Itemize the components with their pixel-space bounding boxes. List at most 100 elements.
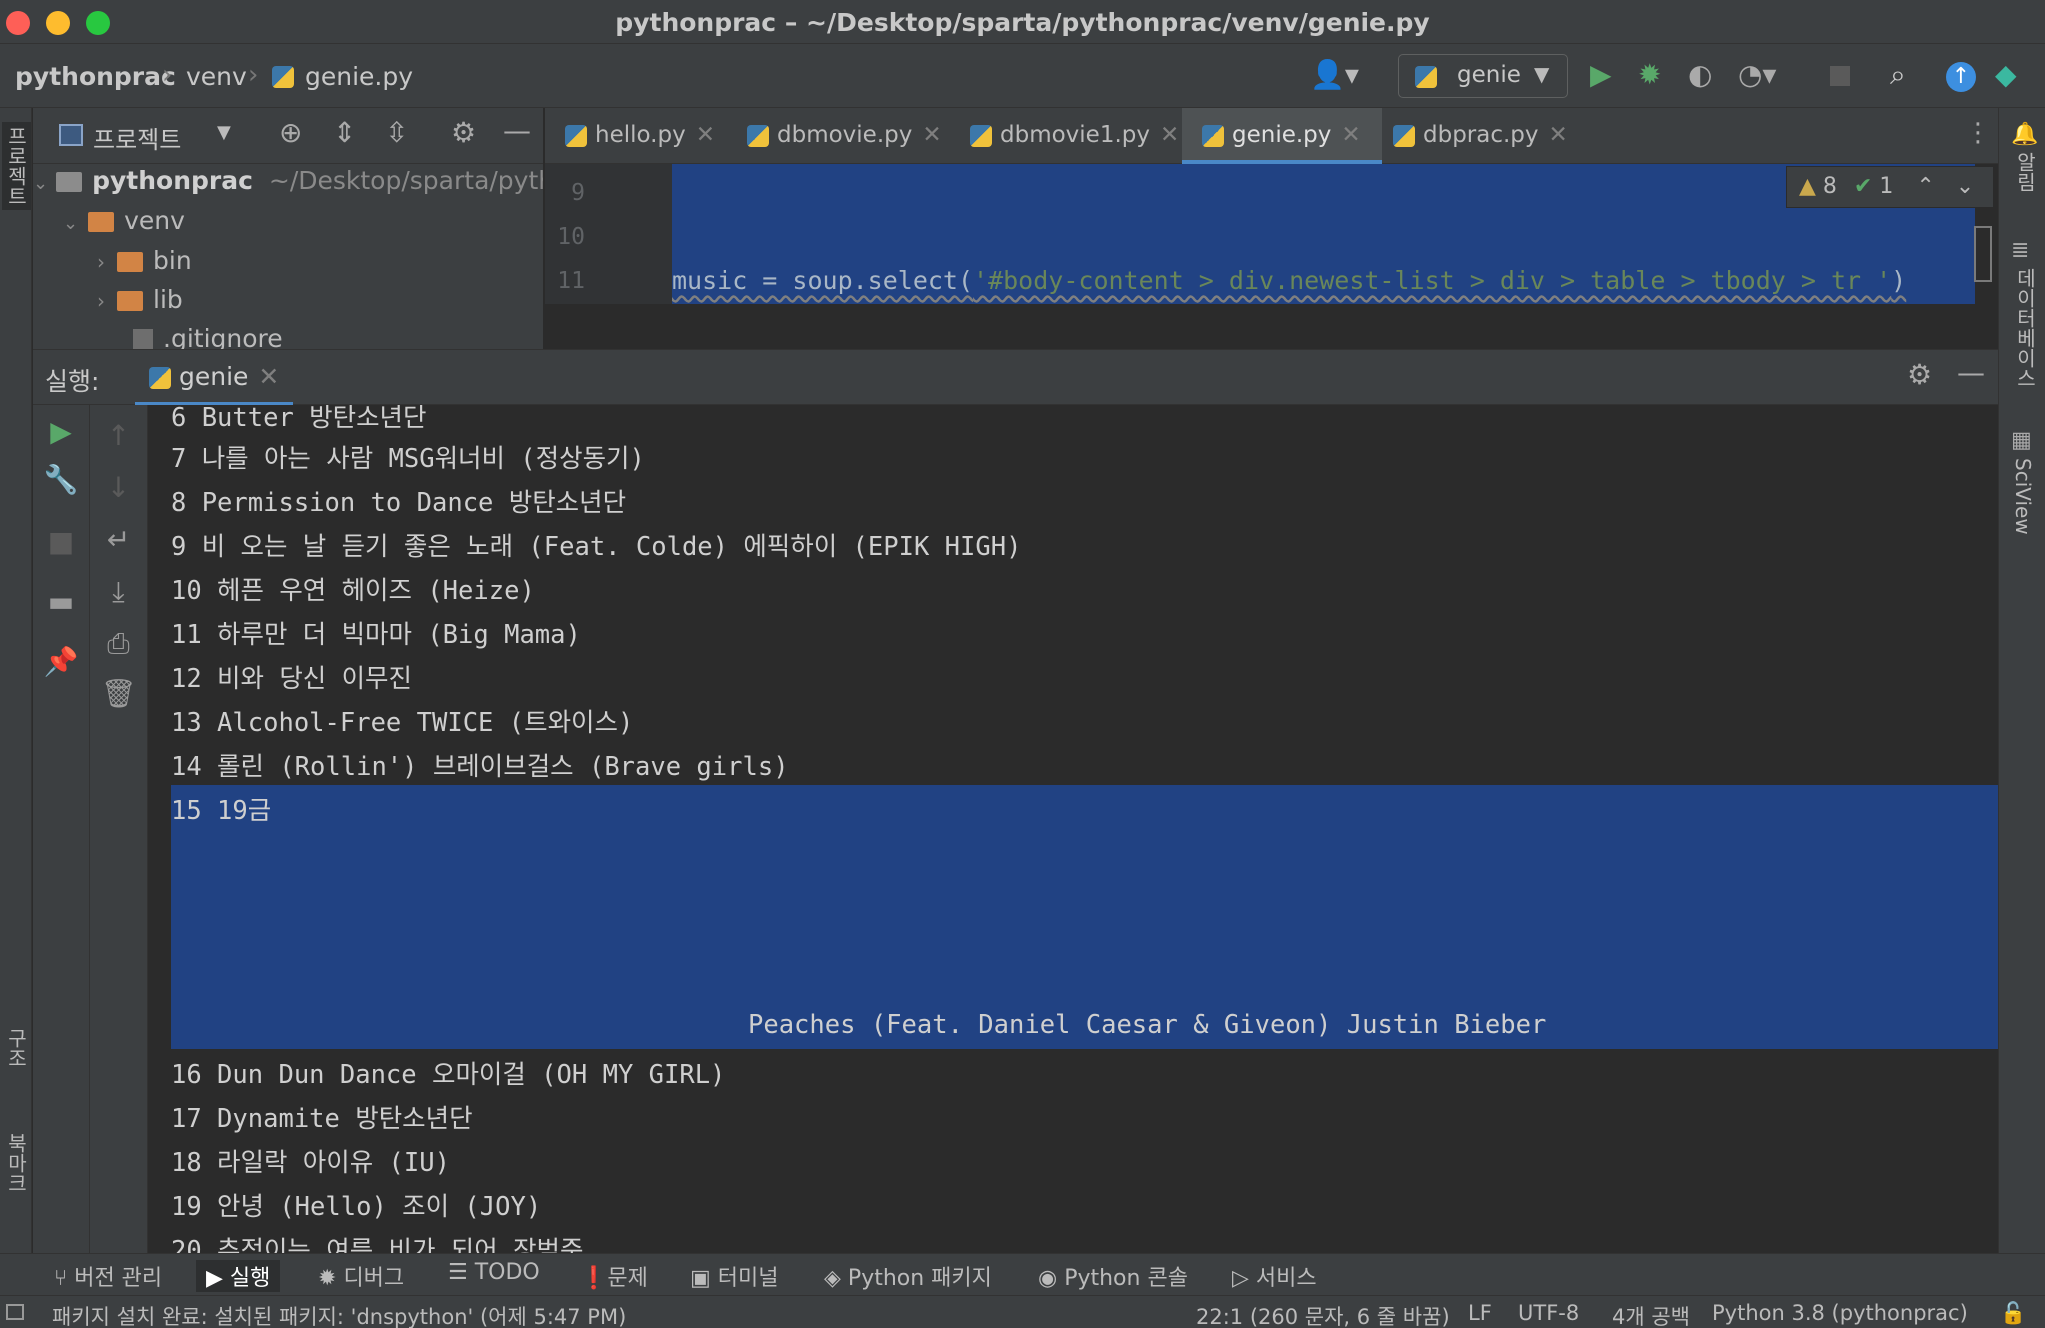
wrench-icon[interactable]: 🔧 [33, 463, 89, 496]
chevron-down-icon[interactable]: ▼ [217, 122, 231, 143]
run-tab-label: genie [179, 362, 249, 391]
search-icon[interactable]: ⌕ [1890, 58, 1906, 92]
scroll-to-end-icon[interactable]: ⤓ [90, 575, 147, 609]
run-tool-button[interactable]: ▶ 실행 [196, 1260, 281, 1292]
debug-icon[interactable]: ✹ [1638, 58, 1661, 91]
close-icon[interactable]: ✕ [1160, 122, 1179, 148]
status-message[interactable]: 패키지 설치 완료: 설치된 패키지: 'dnspython' (어제 5:47… [52, 1301, 626, 1328]
tree-item-gitignore[interactable]: .gitignore [133, 324, 283, 349]
tool-label: 터미널 [717, 1266, 779, 1291]
tree-item-venv[interactable]: ⌄ venv [63, 206, 185, 244]
debug-tool-button[interactable]: ✹ 디버그 [308, 1260, 414, 1292]
tab-label: dbprac.py [1423, 122, 1539, 148]
print-icon[interactable]: ⎙ [90, 627, 147, 661]
arrow-down-icon[interactable]: ↓ [90, 471, 147, 504]
line-number: 9 [571, 180, 585, 206]
coverage-icon[interactable]: ◐ [1688, 58, 1712, 91]
indent-setting[interactable]: 4개 공백 [1612, 1301, 1690, 1328]
database-tool-button[interactable]: 데이터베이스 [2011, 268, 2040, 388]
plugin-icon[interactable]: ◆ [1995, 58, 2017, 91]
breadcrumb-folder[interactable]: venv [186, 62, 247, 91]
stop-icon[interactable] [1830, 66, 1850, 86]
title-bar: pythonprac – ~/Desktop/sparta/pythonprac… [0, 0, 2045, 44]
collapse-all-icon[interactable]: ⇳ [385, 116, 408, 149]
python-console-tool-button[interactable]: ◉ Python 콘솔 [1028, 1260, 1198, 1292]
update-icon[interactable]: ↑ [1946, 62, 1976, 92]
inspection-widget[interactable]: ▲ 8 ✔ 1 ⌃ ⌄ [1786, 166, 1994, 208]
python-interpreter[interactable]: Python 3.8 (pythonprac) [1712, 1301, 1968, 1325]
structure-tool-button[interactable]: 구조 [2, 1028, 31, 1068]
more-tabs-icon[interactable]: ⋮ [1965, 118, 1991, 148]
sciview-tool-button[interactable]: SciView [2011, 458, 2035, 535]
locate-icon[interactable]: ⊕ [279, 116, 302, 149]
tree-item-bin[interactable]: › bin [97, 246, 192, 284]
profile-icon[interactable]: ◔▾ [1738, 58, 1777, 91]
bookmarks-tool-button[interactable]: 북마크 [2, 1133, 31, 1193]
run-tab-genie[interactable]: genie ✕ [135, 350, 294, 406]
tab-dbmovie[interactable]: dbmovie.py ✕ [747, 108, 957, 164]
tab-hello[interactable]: hello.py ✕ [565, 108, 765, 164]
tree-item-root[interactable]: ⌄ pythonprac ~/Desktop/sparta/pythonprac [33, 166, 543, 204]
run-console[interactable]: 6 Butter 방탄소년단 7 나를 아는 사람 MSG워너비 (정상동기) … [148, 405, 1998, 1253]
file-encoding[interactable]: UTF-8 [1518, 1301, 1579, 1325]
console-line: Peaches (Feat. Daniel Caesar & Giveon) J… [748, 1010, 1547, 1040]
project-panel-title[interactable]: 프로젝트 [93, 120, 181, 155]
project-tool-button[interactable]: 프로젝트 [2, 122, 31, 210]
breadcrumb-separator: › [162, 60, 173, 90]
services-tool-button[interactable]: ▷ 서비스 [1222, 1260, 1327, 1292]
console-line: 12 비와 당신 이무진 [171, 664, 412, 694]
editor-scrollbar[interactable] [1974, 226, 1992, 282]
pin-icon[interactable]: 📌 [33, 645, 89, 678]
breadcrumb-project[interactable]: pythonprac [15, 62, 176, 91]
todo-tool-button[interactable]: ☰ TODO [438, 1260, 550, 1292]
packages-tool-button[interactable]: ◈ Python 패키지 [814, 1260, 1002, 1292]
code-line[interactable]: music = soup.select('#body-content > div… [672, 266, 1906, 295]
line-separator[interactable]: LF [1468, 1301, 1492, 1325]
expand-all-icon[interactable]: ⇕ [333, 116, 356, 149]
arrow-up-icon[interactable]: ↑ [90, 419, 147, 452]
problems-tool-button[interactable]: ❗문제 [570, 1260, 658, 1292]
run-icon[interactable]: ▶ [1590, 58, 1612, 91]
tree-item-lib[interactable]: › lib [97, 285, 183, 323]
layout-icon[interactable]: ▬ [33, 585, 89, 618]
folder-icon [88, 212, 115, 232]
close-icon[interactable]: ✕ [922, 122, 941, 148]
close-icon[interactable]: ✕ [696, 122, 715, 148]
run-config-label: genie [1457, 62, 1521, 88]
run-config-select[interactable]: genie ▼ [1398, 54, 1568, 98]
breadcrumb-file[interactable]: genie.py [305, 62, 413, 91]
tool-label: 문제 [607, 1266, 648, 1291]
line-gutter: 9 10 11 [545, 164, 672, 304]
run-panel-header: 실행: genie ✕ ⚙ — [33, 349, 1998, 406]
close-icon[interactable]: ✕ [1341, 122, 1360, 148]
trash-icon[interactable]: 🗑 [90, 677, 147, 710]
stop-icon[interactable]: ■ [33, 525, 89, 558]
navigation-bar: pythonprac › venv › genie.py 👤▾ genie ▼ … [0, 44, 2045, 108]
vcs-tool-button[interactable]: ⑂ 버전 관리 [44, 1260, 172, 1292]
tree-item-label: venv [124, 206, 185, 235]
notifications-tool-button[interactable]: 알림 [2011, 152, 2040, 192]
window-icon[interactable] [6, 1304, 24, 1320]
hide-panel-icon[interactable]: — [503, 114, 531, 147]
tree-item-label: bin [153, 246, 192, 275]
lock-icon[interactable]: 🔓 [2000, 1301, 2026, 1326]
tool-label: 버전 관리 [74, 1266, 163, 1291]
chevron-up-icon[interactable]: ⌃ [1916, 174, 1934, 199]
cursor-position[interactable]: 22:1 (260 문자, 6 줄 바꿈) [1196, 1301, 1450, 1328]
user-icon[interactable]: 👤▾ [1310, 58, 1359, 91]
tab-label: dbmovie1.py [1000, 122, 1150, 148]
terminal-tool-button[interactable]: ▣ 터미널 [680, 1260, 789, 1292]
folder-icon [117, 291, 143, 311]
gear-icon[interactable]: ⚙ [1907, 358, 1932, 391]
tab-dbmovie1[interactable]: dbmovie1.py ✕ [970, 108, 1180, 164]
close-icon[interactable]: ✕ [1549, 122, 1568, 148]
rerun-icon[interactable]: ▶ [33, 415, 89, 448]
close-icon[interactable]: ✕ [258, 362, 279, 391]
tab-dbprac[interactable]: dbprac.py ✕ [1393, 108, 1593, 164]
soft-wrap-icon[interactable]: ↵ [90, 523, 147, 556]
gear-icon[interactable]: ⚙ [451, 116, 476, 149]
chevron-down-icon[interactable]: ⌄ [1956, 174, 1974, 199]
hide-panel-icon[interactable]: — [1957, 356, 1985, 389]
tab-genie[interactable]: genie.py ✕ [1182, 108, 1382, 164]
console-line: 7 나를 아는 사람 MSG워너비 (정상동기) [171, 444, 645, 474]
